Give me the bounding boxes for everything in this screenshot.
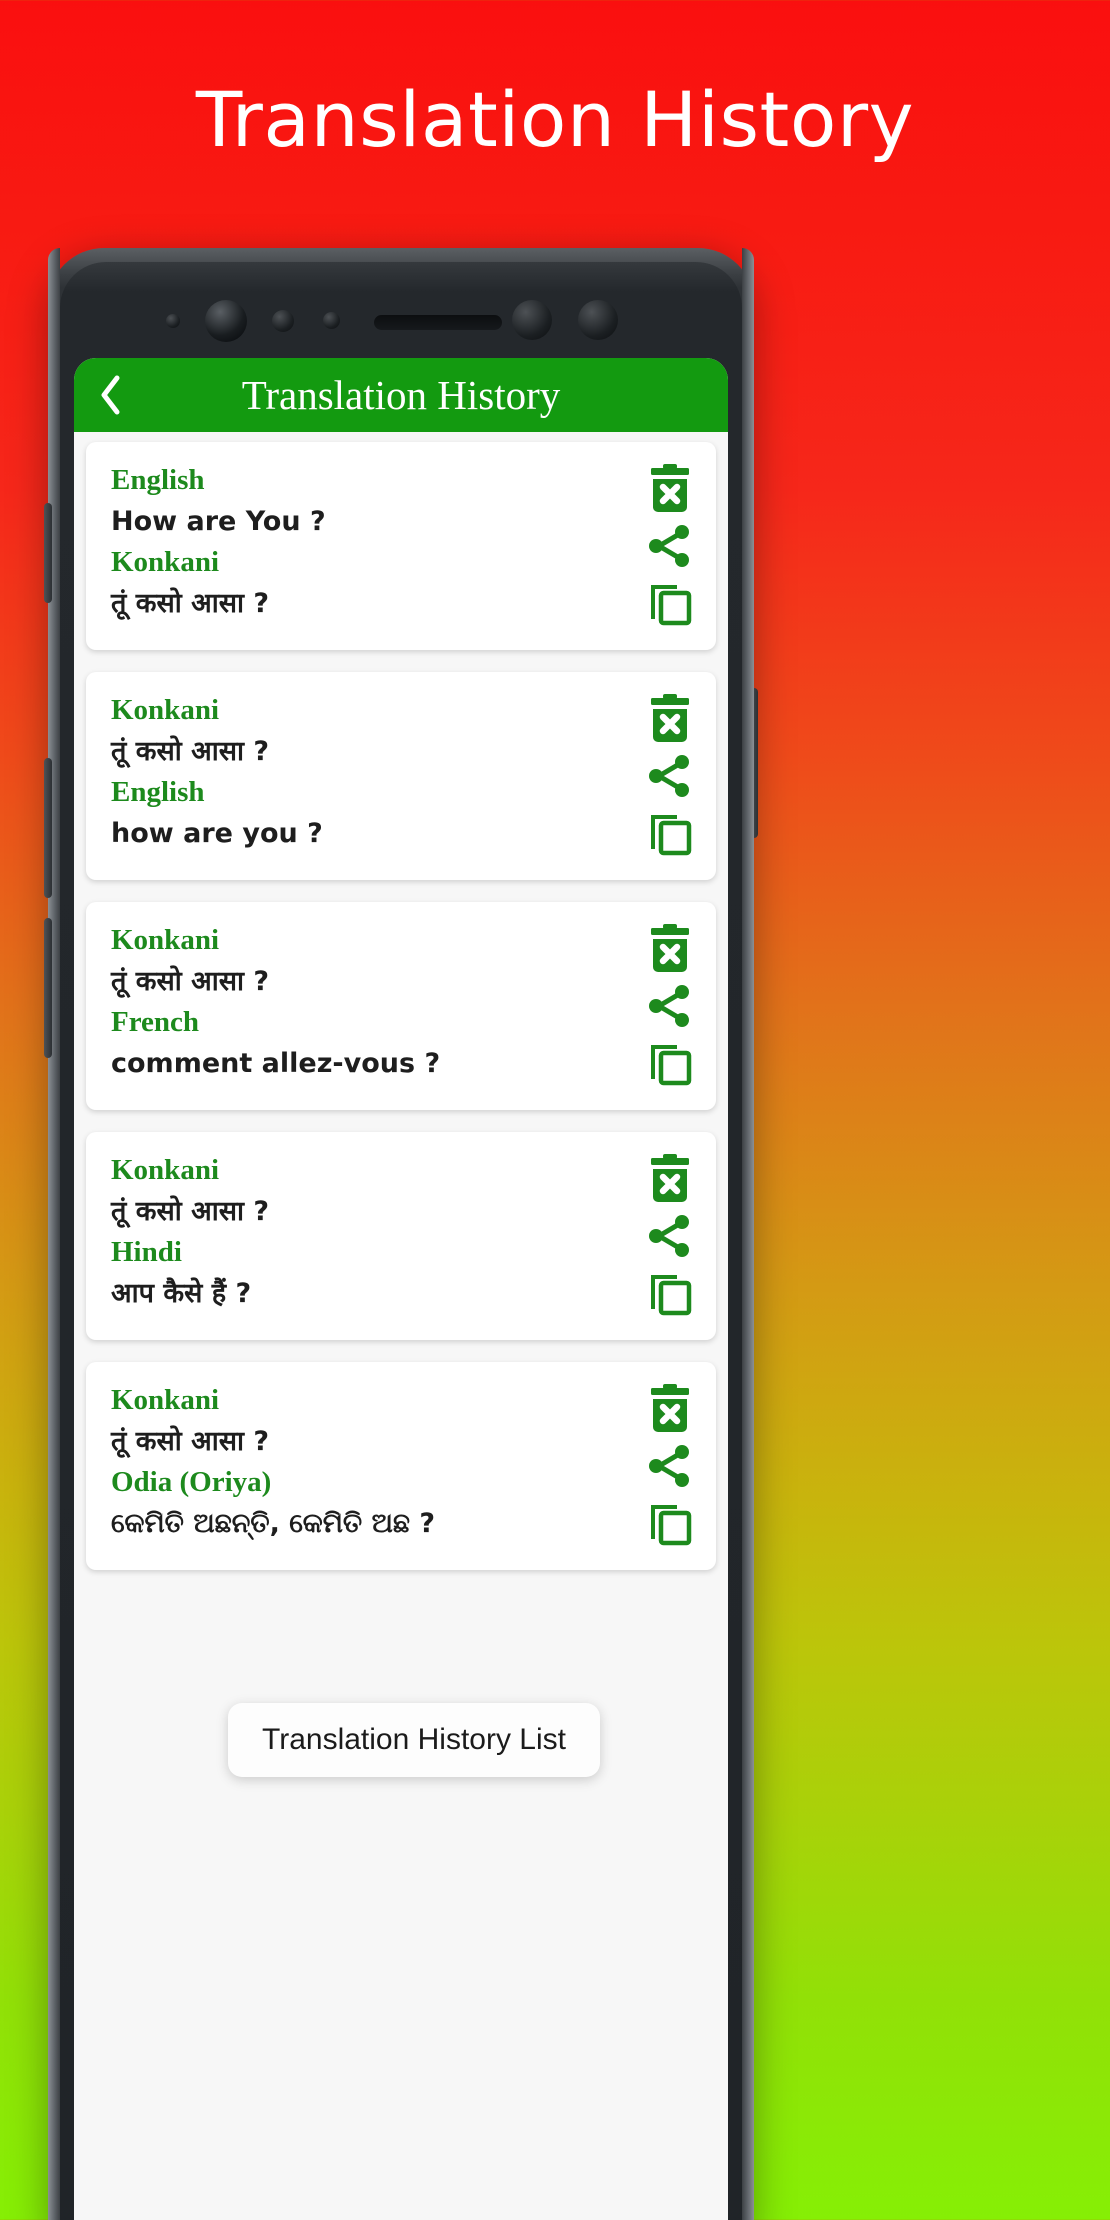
- history-card-actions: [624, 1150, 716, 1324]
- target-language-label: French: [111, 1006, 200, 1039]
- copy-button[interactable]: [642, 804, 698, 860]
- iris-sensor-icon: [323, 312, 340, 329]
- delete-icon: [645, 694, 695, 746]
- delete-button[interactable]: [642, 1152, 698, 1208]
- delete-icon: [645, 1154, 695, 1206]
- share-button[interactable]: [642, 1208, 698, 1264]
- copy-button[interactable]: [642, 574, 698, 630]
- phone-side-button-mute: [44, 503, 52, 603]
- share-icon: [645, 522, 695, 570]
- target-language-label: English: [111, 776, 205, 809]
- target-text: how are you ?: [111, 818, 323, 850]
- copy-icon: [645, 1497, 695, 1547]
- phone-screen: Translation History English How are You …: [74, 358, 728, 2220]
- tooltip-translation-history-list: Translation History List: [228, 1703, 600, 1777]
- history-card[interactable]: Konkani तूं कसो आसा ? Odia (Oriya) କେମିତ…: [86, 1362, 716, 1570]
- history-card-text: Konkani तूं कसो आसा ? French comment all…: [86, 920, 624, 1094]
- secondary-sensor-icon: [512, 300, 552, 340]
- translation-history-list[interactable]: English How are You ? Konkani तूं कसो आस…: [74, 432, 728, 2220]
- history-card[interactable]: Konkani तूं कसो आसा ? English how are yo…: [86, 672, 716, 880]
- history-card-actions: [624, 920, 716, 1094]
- phone-sensor-bar: [60, 292, 742, 352]
- history-card-text: Konkani तूं कसो आसा ? Odia (Oriya) କେମିତ…: [86, 1380, 624, 1554]
- delete-button[interactable]: [642, 1382, 698, 1438]
- copy-button[interactable]: [642, 1264, 698, 1320]
- copy-icon: [645, 577, 695, 627]
- delete-button[interactable]: [642, 462, 698, 518]
- source-text: तूं कसो आसा ?: [111, 966, 270, 998]
- app-bar: Translation History: [74, 358, 728, 432]
- phone-side-button-volume-up: [44, 758, 52, 898]
- share-icon: [645, 982, 695, 1030]
- history-card-text: Konkani तूं कसो आसा ? English how are yo…: [86, 690, 624, 864]
- back-button[interactable]: [74, 358, 146, 432]
- history-card[interactable]: Konkani तूं कसो आसा ? French comment all…: [86, 902, 716, 1110]
- share-icon: [645, 752, 695, 800]
- copy-icon: [645, 1267, 695, 1317]
- share-button[interactable]: [642, 1438, 698, 1494]
- history-card[interactable]: Konkani तूं कसो आसा ? Hindi आप कैसे हैं …: [86, 1132, 716, 1340]
- light-sensor-icon: [166, 314, 180, 328]
- source-language-label: Konkani: [111, 694, 219, 726]
- target-language-label: Hindi: [111, 1236, 182, 1269]
- share-button[interactable]: [642, 518, 698, 574]
- history-card-actions: [624, 460, 716, 634]
- target-language-label: Odia (Oriya): [111, 1466, 272, 1499]
- target-text: आप कैसे हैं ?: [111, 1278, 252, 1310]
- share-button[interactable]: [642, 748, 698, 804]
- phone-bezel: Translation History English How are You …: [60, 262, 742, 2220]
- phone-side-button-power: [750, 688, 758, 838]
- share-icon: [645, 1212, 695, 1260]
- source-text: How are You ?: [111, 506, 326, 538]
- history-card-text: English How are You ? Konkani तूं कसो आस…: [86, 460, 624, 634]
- history-card[interactable]: English How are You ? Konkani तूं कसो आस…: [86, 442, 716, 650]
- target-text: तूं कसो आसा ?: [111, 588, 270, 620]
- target-language-label: Konkani: [111, 546, 219, 579]
- delete-icon: [645, 1384, 695, 1436]
- chevron-left-icon: [97, 374, 123, 416]
- copy-button[interactable]: [642, 1494, 698, 1550]
- source-language-label: Konkani: [111, 1384, 219, 1416]
- phone-mockup: Translation History English How are You …: [44, 248, 758, 2220]
- source-text: तूं कसो आसा ?: [111, 736, 270, 768]
- share-button[interactable]: [642, 978, 698, 1034]
- proximity-sensor-icon: [272, 310, 294, 332]
- target-text: କେମିତି ଅଛନ୍ତି, କେମିତି ଅଛ ?: [111, 1508, 436, 1540]
- source-language-label: Konkani: [111, 1154, 219, 1186]
- phone-side-button-volume-down: [44, 918, 52, 1058]
- source-language-label: Konkani: [111, 924, 219, 956]
- source-text: तूं कसो आसा ?: [111, 1196, 270, 1228]
- delete-icon: [645, 464, 695, 516]
- delete-icon: [645, 924, 695, 976]
- copy-button[interactable]: [642, 1034, 698, 1090]
- delete-button[interactable]: [642, 692, 698, 748]
- copy-icon: [645, 1037, 695, 1087]
- earpiece-speaker-icon: [374, 315, 502, 330]
- copy-icon: [645, 807, 695, 857]
- app-bar-title: Translation History: [241, 372, 561, 418]
- delete-button[interactable]: [642, 922, 698, 978]
- history-card-actions: [624, 1380, 716, 1554]
- share-icon: [645, 1442, 695, 1490]
- target-text: comment allez-vous ?: [111, 1048, 441, 1080]
- front-camera-icon: [205, 300, 247, 342]
- history-card-text: Konkani तूं कसो आसा ? Hindi आप कैसे हैं …: [86, 1150, 624, 1324]
- source-text: तूं कसो आसा ?: [111, 1426, 270, 1458]
- source-language-label: English: [111, 464, 205, 496]
- led-indicator-icon: [578, 300, 618, 340]
- page-title: Translation History: [195, 75, 915, 164]
- history-card-actions: [624, 690, 716, 864]
